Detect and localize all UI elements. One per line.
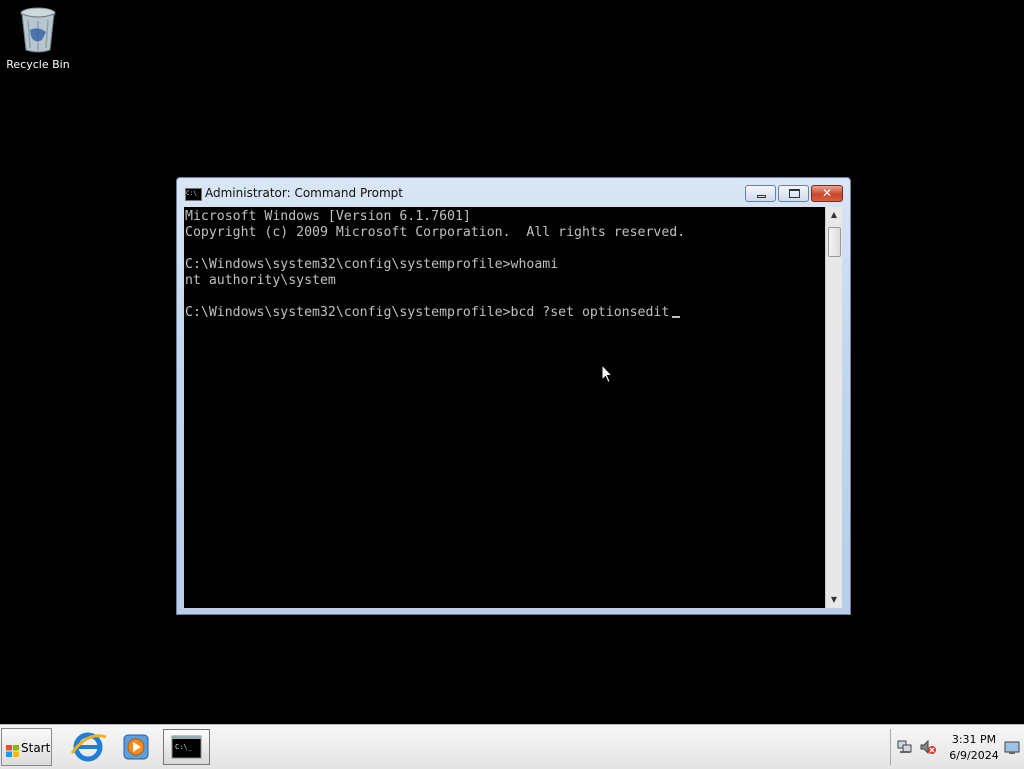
system-clock[interactable]: 3:31 PM 6/9/2024 bbox=[944, 732, 1004, 764]
close-button[interactable]: ✕ bbox=[811, 185, 843, 202]
svg-text:C:\_: C:\_ bbox=[175, 743, 193, 751]
minimize-button[interactable] bbox=[745, 185, 776, 202]
cmd-icon: C:\_ bbox=[164, 735, 209, 768]
start-label: Start bbox=[21, 741, 51, 755]
taskbar: Start C:\_ 3:31 PM 6/9/2024 bbox=[0, 724, 1024, 769]
mouse-pointer-icon bbox=[601, 363, 614, 388]
console-output[interactable]: Microsoft Windows [Version 6.1.7601] Cop… bbox=[184, 207, 825, 608]
recycle-bin-icon bbox=[18, 6, 58, 54]
show-desktop-icon[interactable] bbox=[1004, 740, 1020, 759]
window-title: Administrator: Command Prompt bbox=[205, 186, 403, 200]
console-input-line[interactable]: C:\Windows\system32\config\systemprofile… bbox=[185, 305, 669, 320]
taskbar-internet-explorer[interactable] bbox=[66, 729, 110, 765]
start-button[interactable]: Start bbox=[1, 728, 52, 766]
volume-muted-icon[interactable] bbox=[920, 739, 936, 759]
clock-date: 6/9/2024 bbox=[949, 749, 999, 762]
tray-separator bbox=[890, 729, 891, 765]
text-caret bbox=[672, 316, 681, 318]
command-prompt-window[interactable]: C:\ Administrator: Command Prompt ✕ Micr… bbox=[176, 177, 851, 615]
window-titlebar[interactable]: C:\ Administrator: Command Prompt ✕ bbox=[177, 178, 850, 206]
console-line: Microsoft Windows [Version 6.1.7601] bbox=[185, 209, 471, 224]
console-line: nt authority\system bbox=[185, 273, 336, 288]
console-line: Copyright (c) 2009 Microsoft Corporation… bbox=[185, 225, 686, 240]
taskbar-media-player[interactable] bbox=[113, 729, 157, 765]
network-icon[interactable] bbox=[897, 739, 913, 759]
clock-time: 3:31 PM bbox=[951, 733, 997, 746]
internet-explorer-icon bbox=[66, 732, 110, 769]
scroll-up-icon[interactable]: ▲ bbox=[826, 207, 842, 223]
recycle-bin-label: Recycle Bin bbox=[6, 58, 70, 71]
minimize-icon bbox=[757, 195, 766, 198]
console-line: C:\Windows\system32\config\systemprofile… bbox=[185, 257, 559, 272]
vertical-scrollbar[interactable]: ▲ ▼ bbox=[825, 207, 842, 608]
media-player-icon bbox=[113, 734, 157, 769]
maximize-icon bbox=[789, 189, 800, 198]
scrollbar-thumb[interactable] bbox=[828, 227, 841, 257]
cmd-icon: C:\ bbox=[185, 188, 202, 201]
scroll-down-icon[interactable]: ▼ bbox=[826, 592, 842, 608]
close-icon: ✕ bbox=[821, 186, 833, 200]
taskbar-command-prompt[interactable]: C:\_ bbox=[163, 729, 210, 765]
desktop-icon-recycle-bin[interactable]: Recycle Bin bbox=[4, 6, 72, 71]
maximize-button[interactable] bbox=[778, 185, 809, 202]
windows-flag-icon bbox=[6, 742, 19, 757]
